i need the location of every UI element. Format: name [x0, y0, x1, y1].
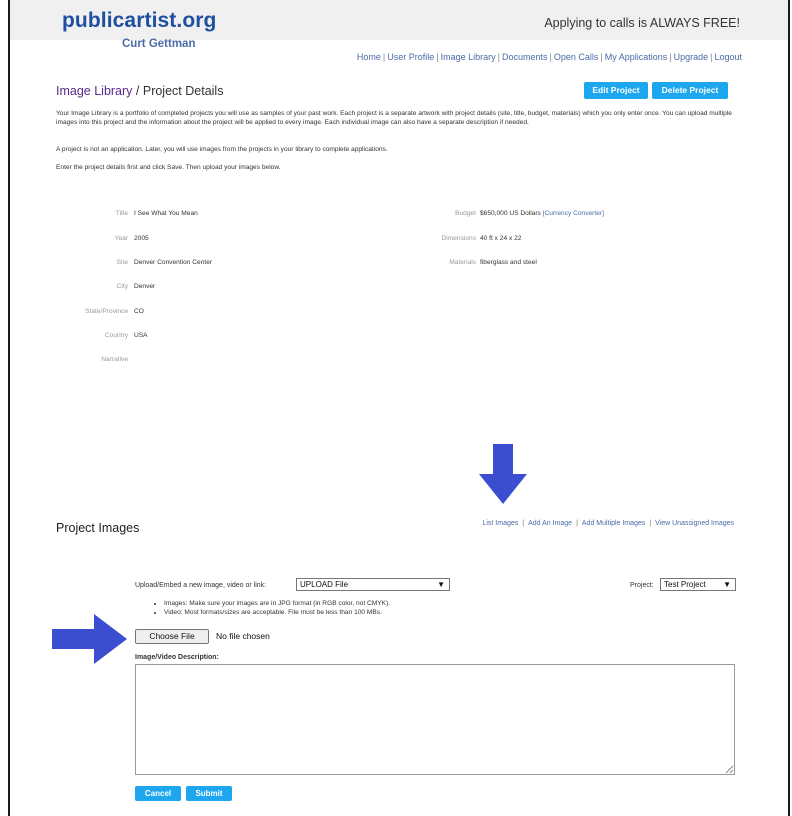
nav-image-library[interactable]: Image Library [441, 52, 496, 62]
year-label: Year [114, 235, 128, 242]
title-label: Title [115, 210, 128, 217]
file-status: No file chosen [216, 631, 270, 641]
nav-upgrade[interactable]: Upgrade [674, 52, 709, 62]
breadcrumb-image-library[interactable]: Image Library [56, 84, 132, 98]
hint-images: Images: Make sure your images are in JPG… [164, 600, 390, 609]
link-separator: | [649, 520, 652, 527]
upload-label: Upload/Embed a new image, video or link: [135, 582, 267, 589]
top-nav: Home | User Profile | Image Library | Document… [357, 52, 742, 62]
choose-file-button[interactable]: Choose File [135, 629, 209, 644]
intro-paragraph: Enter the project details first and clic… [56, 164, 281, 171]
site-value: Denver Convention Center [134, 259, 213, 266]
intro-paragraph: A project is not an application. Later, … [56, 146, 388, 153]
budget-value: $650,000 US Dollars [Currency Converter] [480, 210, 604, 217]
caret-down-icon: ▼ [437, 580, 445, 589]
caret-down-icon: ▼ [723, 580, 731, 589]
intro-paragraph: Your Image Library is a portfolio of com… [56, 110, 732, 126]
breadcrumb-separator: / [132, 84, 143, 98]
description-label: Image/Video Description: [135, 654, 219, 661]
country-label: Country [104, 332, 128, 339]
hint-video: Video: Most formats/sizes are acceptable… [164, 609, 390, 618]
description-textarea[interactable] [135, 664, 735, 775]
state-value: CO [134, 308, 144, 315]
resize-handle-icon[interactable] [724, 764, 734, 774]
narrative-label: Narrative [101, 356, 128, 363]
link-separator: | [522, 520, 525, 527]
nav-logout[interactable]: Logout [714, 52, 742, 62]
materials-value: fiberglass and steel [480, 259, 537, 266]
project-select-value: Test Project [664, 580, 706, 589]
link-separator: | [576, 520, 578, 527]
city-label: City [116, 283, 128, 290]
budget-amount: $650,000 US Dollars [480, 210, 541, 217]
add-multiple-images-link[interactable]: Add Multiple Images [582, 520, 645, 527]
cancel-button[interactable]: Cancel [135, 786, 181, 801]
nav-my-applications[interactable]: My Applications [605, 52, 668, 62]
project-select[interactable]: Test Project ▼ [660, 578, 736, 591]
state-label: State/Province [85, 308, 128, 315]
username: Curt Gettman [122, 38, 196, 50]
site-label: Site [116, 259, 128, 266]
list-images-link[interactable]: List Images [482, 520, 518, 527]
title-value: I See What You Mean [134, 210, 198, 217]
image-links: List Images | Add An Image | Add Multiple Im… [482, 520, 734, 527]
site-logo[interactable]: publicartist.org [62, 9, 216, 33]
delete-project-button[interactable]: Delete Project [652, 82, 728, 99]
arrow-right-icon [52, 614, 127, 664]
nav-home[interactable]: Home [357, 52, 381, 62]
upload-type-value: UPLOAD File [300, 580, 349, 589]
page-title: Image Library / Project Details [56, 84, 223, 98]
edit-project-button[interactable]: Edit Project [584, 82, 648, 99]
nav-documents[interactable]: Documents [502, 52, 548, 62]
tagline: Applying to calls is ALWAYS FREE! [544, 16, 740, 30]
add-an-image-link[interactable]: Add An Image [528, 520, 572, 527]
upload-hints: Images: Make sure your images are in JPG… [156, 600, 390, 617]
budget-label: Budget [455, 210, 476, 217]
page-frame: publicartist.org Curt Gettman Applying t… [8, 0, 790, 816]
nav-user-profile[interactable]: User Profile [387, 52, 434, 62]
materials-label: Materials [449, 259, 476, 266]
dimensions-label: Dimensions [441, 235, 476, 242]
page-title-text: Project Details [142, 84, 224, 98]
country-value: USA [134, 332, 148, 339]
year-value: 2005 [134, 235, 149, 242]
submit-button[interactable]: Submit [186, 786, 232, 801]
view-unassigned-images-link[interactable]: View Unassigned Images [655, 520, 734, 527]
upload-type-select[interactable]: UPLOAD File ▼ [296, 578, 450, 591]
currency-converter-link[interactable]: [Currency Converter] [543, 210, 604, 217]
arrow-down-icon [479, 444, 527, 504]
project-images-title: Project Images [56, 521, 140, 535]
dimensions-value: 40 ft x 24 x 22 [480, 235, 522, 242]
project-label: Project: [630, 582, 654, 589]
city-value: Denver [134, 283, 156, 290]
nav-open-calls[interactable]: Open Calls [554, 52, 599, 62]
